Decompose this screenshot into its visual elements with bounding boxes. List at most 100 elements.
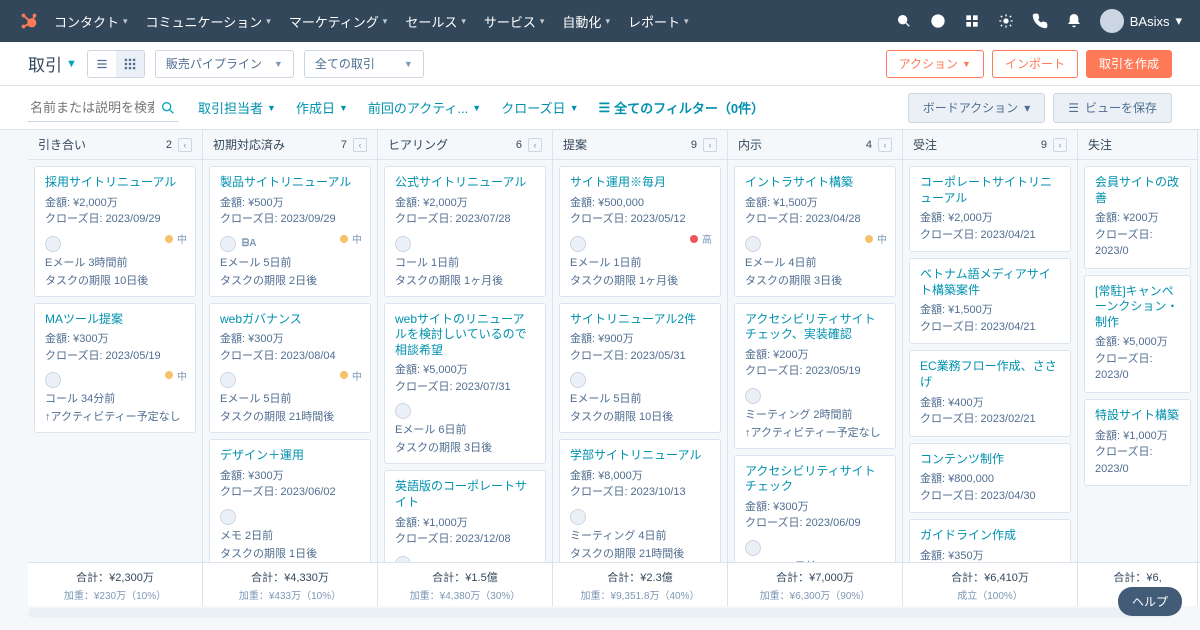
deal-amount: 金額: ¥1,500万 (920, 302, 1060, 319)
next-task: タスクの期限 10日後 (45, 272, 185, 288)
horizontal-scrollbar[interactable] (28, 608, 1172, 618)
deal-title[interactable]: サイトリニューアル2件 (570, 312, 710, 328)
card-footer: ᗷA (220, 236, 360, 252)
collapse-icon[interactable]: ‹ (703, 138, 717, 152)
deal-title[interactable]: 英語版のコーポレートサイト (395, 479, 535, 510)
filter-closedate[interactable]: クローズ日▼ (501, 98, 578, 117)
deal-title[interactable]: [常駐]キャンペーンクション・制作 (1095, 284, 1180, 331)
list-view-button[interactable] (88, 51, 116, 77)
pipeline-select[interactable]: 販売パイプライン▼ (155, 50, 294, 78)
deal-title[interactable]: EC業務フロー作成、ささげ (920, 359, 1060, 390)
filter-lastactivity[interactable]: 前回のアクティ...▼ (368, 98, 481, 117)
deal-title[interactable]: 特設サイト構築 (1095, 408, 1180, 424)
nav-item[interactable]: コミュニケーション▾ (146, 12, 271, 31)
next-task: タスクの期限 3日後 (745, 272, 885, 288)
deal-title[interactable]: 採用サイトリニューアル (45, 175, 185, 191)
priority-badge: 中 (165, 368, 187, 383)
deal-title[interactable]: 製品サイトリニューアル (220, 175, 360, 191)
collapse-icon[interactable]: ‹ (353, 138, 367, 152)
user-menu[interactable]: BAsixs ▾ (1100, 9, 1182, 33)
deal-card[interactable]: アクセシビリティサイトチェック、実装確認金額: ¥200万クローズ日: 2023… (734, 303, 896, 449)
kanban-board: 引き合い2‹採用サイトリニューアル金額: ¥2,000万クローズ日: 2023/… (0, 130, 1200, 586)
deal-title[interactable]: コンテンツ制作 (920, 452, 1060, 468)
search-icon[interactable] (160, 100, 176, 116)
deal-title[interactable]: 学部サイトリニューアル (570, 448, 710, 464)
deal-card[interactable]: [常駐]キャンペーンクション・制作金額: ¥5,000万クローズ日: 2023/… (1084, 275, 1191, 393)
deal-card[interactable]: webサイトのリニューアルを検討しいているので相談希望金額: ¥5,000万クロ… (384, 303, 546, 465)
deal-title[interactable]: webサイトのリニューアルを検討しいているので相談希望 (395, 312, 535, 359)
deal-title[interactable]: webガバナンス (220, 312, 360, 328)
save-view-button[interactable]: ☰ビューを保存 (1053, 93, 1172, 123)
deal-title[interactable]: コーポレートサイトリニューアル (920, 175, 1060, 206)
deal-title[interactable]: 公式サイトリニューアル (395, 175, 535, 191)
board-actions-button[interactable]: ボードアクション▾ (908, 93, 1045, 123)
deal-card[interactable]: 採用サイトリニューアル金額: ¥2,000万クローズ日: 2023/09/29中… (34, 166, 196, 297)
deal-title[interactable]: ベトナム語メディアサイト構築案件 (920, 267, 1060, 298)
deal-card[interactable]: ベトナム語メディアサイト構築案件金額: ¥1,500万クローズ日: 2023/0… (909, 258, 1071, 344)
deal-title[interactable]: サイト運用※毎月 (570, 175, 710, 191)
marketplace-icon[interactable] (964, 13, 980, 29)
column-count: 7 (341, 139, 347, 151)
deal-card[interactable]: 公式サイトリニューアル金額: ¥2,000万クローズ日: 2023/07/28コ… (384, 166, 546, 297)
help-button[interactable]: ヘルプ (1118, 587, 1182, 616)
deal-amount: 金額: ¥5,000万 (1095, 334, 1180, 351)
deal-card[interactable]: サイト運用※毎月金額: ¥500,000クローズ日: 2023/05/12高Eメ… (559, 166, 721, 297)
nav-item[interactable]: マーケティング▾ (289, 12, 388, 31)
deal-title[interactable]: イントラサイト構築 (745, 175, 885, 191)
nav-item[interactable]: セールス▾ (405, 12, 466, 31)
sum-weighted: 加重：¥4,380万（30%） (382, 587, 548, 602)
priority-dot-icon (690, 235, 698, 243)
filter-all[interactable]: ☰全てのフィルター（0件） (598, 98, 764, 117)
collapse-icon[interactable]: ‹ (178, 138, 192, 152)
deal-card[interactable]: 会員サイトの改善金額: ¥200万クローズ日: 2023/0 (1084, 166, 1191, 269)
deal-card[interactable]: イントラサイト構築金額: ¥1,500万クローズ日: 2023/04/28中Eメ… (734, 166, 896, 297)
chevron-down-icon: ▾ (461, 16, 466, 27)
collapse-icon[interactable]: ‹ (1053, 138, 1067, 152)
scope-select[interactable]: 全ての取引▼ (304, 50, 424, 78)
deal-amount: 金額: ¥500万 (220, 195, 360, 212)
deal-title[interactable]: アクセシビリティサイトチェック、実装確認 (745, 312, 885, 343)
last-activity: コール 34分前 (45, 390, 185, 406)
filter-owner[interactable]: 取引担当者▼ (198, 98, 276, 117)
search-input[interactable] (28, 94, 178, 122)
notifications-icon[interactable] (1066, 13, 1082, 29)
deal-card[interactable]: 学部サイトリニューアル金額: ¥8,000万クローズ日: 2023/10/13ミ… (559, 439, 721, 570)
deal-card[interactable]: MAツール提案金額: ¥300万クローズ日: 2023/05/19中コール 34… (34, 303, 196, 434)
deal-title[interactable]: アクセシビリティサイトチェック (745, 464, 885, 495)
deal-title[interactable]: 会員サイトの改善 (1095, 175, 1180, 206)
phone-icon[interactable] (1032, 13, 1048, 29)
column-sum: 合計：¥2.3億加重：¥9,351.8万（40%） (553, 563, 728, 606)
deal-card[interactable]: 特設サイト構築金額: ¥1,000万クローズ日: 2023/0 (1084, 399, 1191, 486)
board-view-button[interactable] (116, 51, 144, 77)
sum-total: 合計：¥6,410万 (907, 569, 1073, 585)
nav-item[interactable]: コンタクト▾ (54, 12, 128, 31)
column-name: 受注 (913, 136, 1035, 153)
page-title[interactable]: 取引▼ (28, 51, 77, 76)
last-activity: Eメール 3時間前 (45, 254, 185, 270)
create-deal-button[interactable]: 取引を作成 (1086, 50, 1172, 78)
deal-card[interactable]: コンテンツ制作金額: ¥800,000クローズ日: 2023/04/30 (909, 443, 1071, 514)
collapse-icon[interactable]: ‹ (878, 138, 892, 152)
deal-card[interactable]: デザイン＋運用金額: ¥300万クローズ日: 2023/06/02メモ 2日前タ… (209, 439, 371, 570)
deal-card[interactable]: サイトリニューアル2件金額: ¥900万クローズ日: 2023/05/31Eメー… (559, 303, 721, 434)
nav-item[interactable]: レポート▾ (628, 12, 689, 31)
deal-card[interactable]: コーポレートサイトリニューアル金額: ¥2,000万クローズ日: 2023/04… (909, 166, 1071, 252)
deal-title[interactable]: ガイドライン作成 (920, 528, 1060, 544)
deal-title[interactable]: デザイン＋運用 (220, 448, 360, 464)
deal-card[interactable]: webガバナンス金額: ¥300万クローズ日: 2023/08/04中Eメール … (209, 303, 371, 434)
owner-avatar (570, 236, 586, 252)
collapse-icon[interactable]: ‹ (528, 138, 542, 152)
actions-button[interactable]: アクション▼ (886, 50, 984, 78)
deal-card[interactable]: EC業務フロー作成、ささげ金額: ¥400万クローズ日: 2023/02/21 (909, 350, 1071, 436)
nav-item[interactable]: サービス▾ (484, 12, 545, 31)
settings-icon[interactable] (998, 13, 1014, 29)
help-icon[interactable] (930, 13, 946, 29)
deal-card[interactable]: 製品サイトリニューアル金額: ¥500万クローズ日: 2023/09/29中ᗷA… (209, 166, 371, 297)
import-button[interactable]: インポート (992, 50, 1078, 78)
nav-item[interactable]: 自動化▾ (562, 12, 610, 31)
search-icon[interactable] (896, 13, 912, 29)
priority-badge: 中 (340, 368, 362, 383)
deal-title[interactable]: MAツール提案 (45, 312, 185, 328)
column-name: 内示 (738, 136, 860, 153)
filter-created[interactable]: 作成日▼ (296, 98, 348, 117)
